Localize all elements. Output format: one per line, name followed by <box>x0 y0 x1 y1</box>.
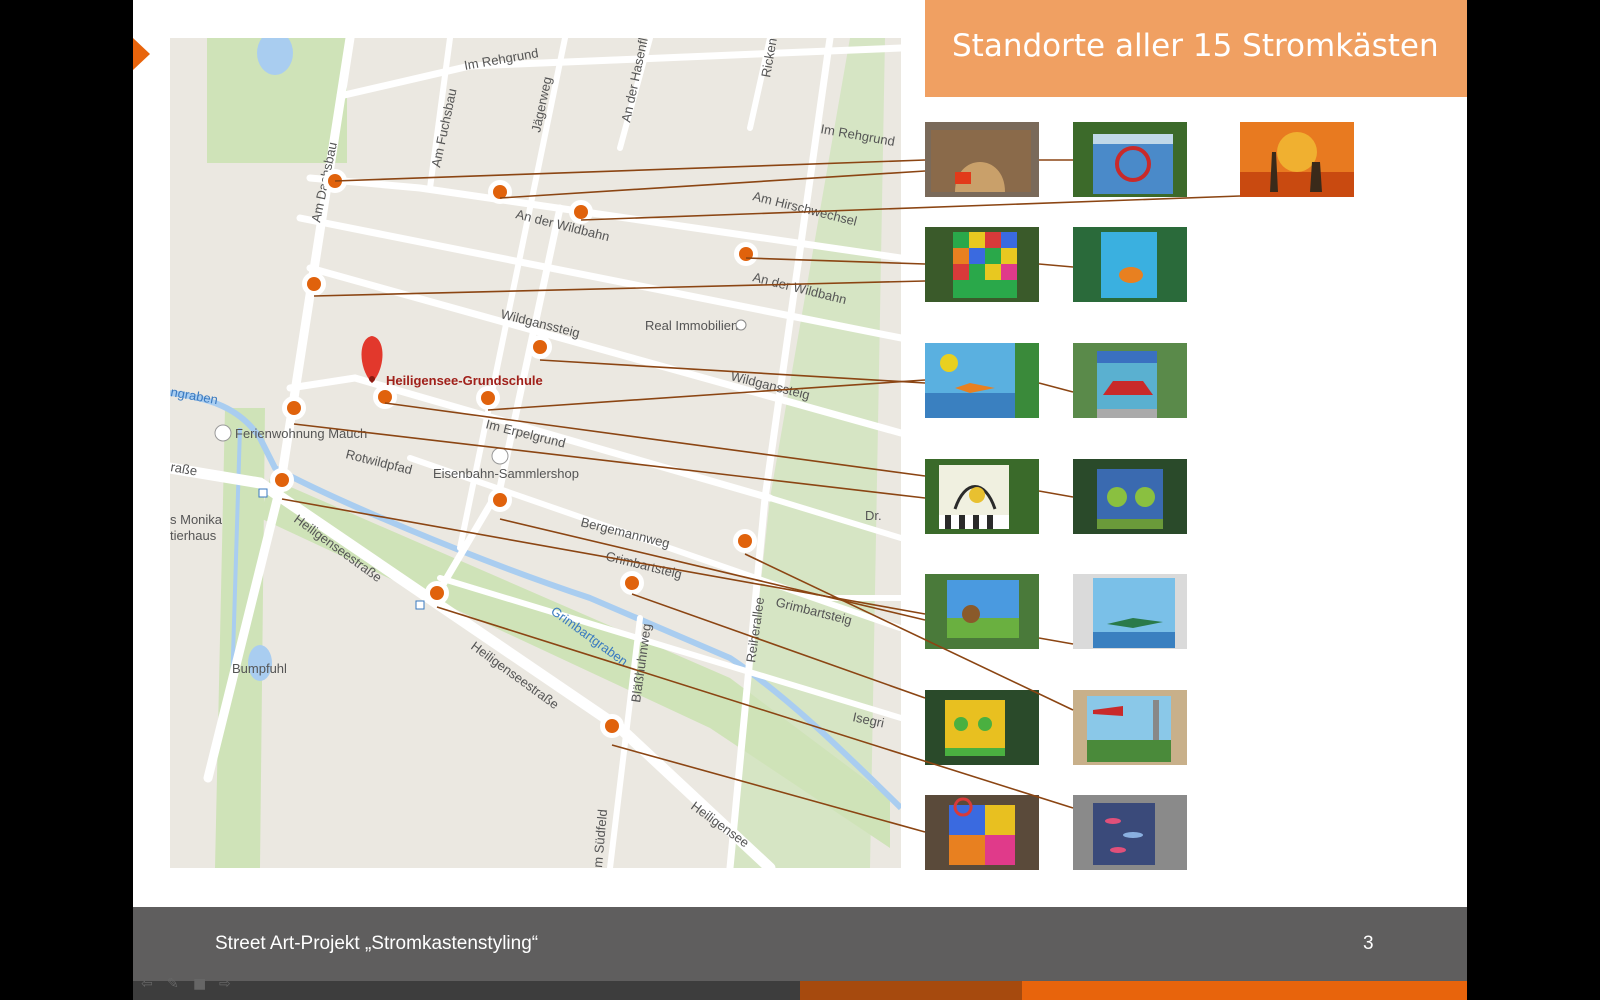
marker[interactable] <box>302 272 326 296</box>
stromkasten-photo <box>1073 795 1187 870</box>
marker[interactable] <box>488 180 512 204</box>
label-bergemannweg: Bergemannweg <box>579 514 671 551</box>
stromkasten-photo <box>1073 574 1187 649</box>
marker[interactable] <box>600 714 624 738</box>
marker[interactable] <box>282 396 306 420</box>
marker[interactable] <box>323 169 347 193</box>
accent-bar <box>1022 981 1467 1000</box>
label-ricken: Ricken <box>758 38 780 79</box>
thumbnail-box-08[interactable] <box>925 459 1039 534</box>
stromkasten-photo <box>925 459 1039 534</box>
map: Im Rehgrund Im Rehgrund Am Fuchsbau Jäge… <box>170 38 901 868</box>
marker[interactable] <box>734 242 758 266</box>
stromkasten-photo <box>925 343 1039 418</box>
thumbnail-box-03[interactable] <box>1240 122 1354 197</box>
marker[interactable] <box>528 335 552 359</box>
marker[interactable] <box>425 581 449 605</box>
bus-stop-icon <box>415 600 425 610</box>
map-pin-icon[interactable] <box>361 336 383 383</box>
label-rotwildpfad: Rotwildpfad <box>344 446 414 477</box>
thumbnail-box-05[interactable] <box>1073 227 1187 302</box>
thumbnail-box-01[interactable] <box>925 122 1039 197</box>
arrow-right-icon[interactable]: ⇨ <box>219 976 231 992</box>
accent-arrow <box>133 38 150 70</box>
thumbnail-box-14[interactable] <box>925 795 1039 870</box>
arrow-left-icon[interactable]: ⇦ <box>141 976 153 992</box>
label-ferienwohnung: Ferienwohnung Mauch <box>235 426 367 441</box>
menu-icon[interactable]: ■ <box>193 976 206 992</box>
shopping-bag-icon <box>491 447 509 465</box>
marker[interactable] <box>733 529 757 553</box>
stromkasten-photo <box>925 795 1039 870</box>
label-graben: ngraben <box>170 384 219 407</box>
page-number: 3 <box>1363 933 1374 954</box>
thumbnail-box-15[interactable] <box>1073 795 1187 870</box>
stromkasten-photo <box>925 690 1039 765</box>
marker[interactable] <box>488 488 512 512</box>
label-im-rehgrund-top: Im Rehgrund <box>463 45 540 73</box>
label-strasse-left: raße <box>170 459 198 478</box>
label-tierhaus: tierhaus <box>170 528 217 543</box>
stromkasten-photo <box>925 574 1039 649</box>
label-dr: Dr. <box>865 508 882 523</box>
label-bumpfuhl: Bumpfuhl <box>232 661 287 676</box>
label-am-fuchsbau: Am Fuchsbau <box>428 87 459 169</box>
thumbnail-box-02[interactable] <box>1073 122 1187 197</box>
thumbnail-box-11[interactable] <box>1073 574 1187 649</box>
thumbnail-box-10[interactable] <box>925 574 1039 649</box>
footer-text: Street Art-Projekt „Stromkastenstyling“ <box>215 933 539 954</box>
bed-icon <box>214 424 232 442</box>
stromkasten-photo <box>1073 459 1187 534</box>
thumbnail-box-06[interactable] <box>925 343 1039 418</box>
shop-icon <box>735 319 747 331</box>
slide: Standorte aller 15 Stromkästen Im Rehgru… <box>133 0 1467 1000</box>
marker[interactable] <box>373 385 397 409</box>
label-eisenbahn: Eisenbahn-Sammlershop <box>433 466 579 481</box>
thumbnail-box-07[interactable] <box>1073 343 1187 418</box>
stromkasten-photo <box>1073 690 1187 765</box>
map-canvas: Im Rehgrund Im Rehgrund Am Fuchsbau Jäge… <box>170 38 901 868</box>
stromkasten-photo <box>1073 122 1187 197</box>
thumbnail-box-09[interactable] <box>1073 459 1187 534</box>
label-monika: s Monika <box>170 512 223 527</box>
label-school: Heiligensee-Grundschule <box>386 373 543 388</box>
stromkasten-photo <box>925 122 1039 197</box>
marker[interactable] <box>476 386 500 410</box>
thumbnail-box-13[interactable] <box>1073 690 1187 765</box>
stromkasten-photo <box>925 227 1039 302</box>
label-am-suedfeld: m Südfeld <box>590 809 610 868</box>
label-an-der-hasenfl: An der Hasenfl <box>618 38 651 124</box>
label-grimbartsteig-1: Grimbartsteig <box>604 548 683 581</box>
label-im-erpelgrund: Im Erpelgrund <box>484 416 567 450</box>
marker[interactable] <box>270 468 294 492</box>
stromkasten-photo <box>1240 122 1354 197</box>
footer: Street Art-Projekt „Stromkastenstyling“ … <box>133 907 1467 981</box>
accent-bar-dark <box>800 981 1022 1000</box>
bus-stop-icon <box>258 488 268 498</box>
marker[interactable] <box>620 571 644 595</box>
thumbnail-box-04[interactable] <box>925 227 1039 302</box>
slide-title: Standorte aller 15 Stromkästen <box>952 28 1439 64</box>
label-real-immobilien: Real Immobilien <box>645 318 738 333</box>
stromkasten-photo <box>1073 227 1187 302</box>
stromkasten-photo <box>1073 343 1187 418</box>
pen-icon[interactable]: ✎ <box>167 976 179 992</box>
marker[interactable] <box>569 200 593 224</box>
title-box: Standorte aller 15 Stromkästen <box>925 0 1467 97</box>
thumbnail-box-12[interactable] <box>925 690 1039 765</box>
